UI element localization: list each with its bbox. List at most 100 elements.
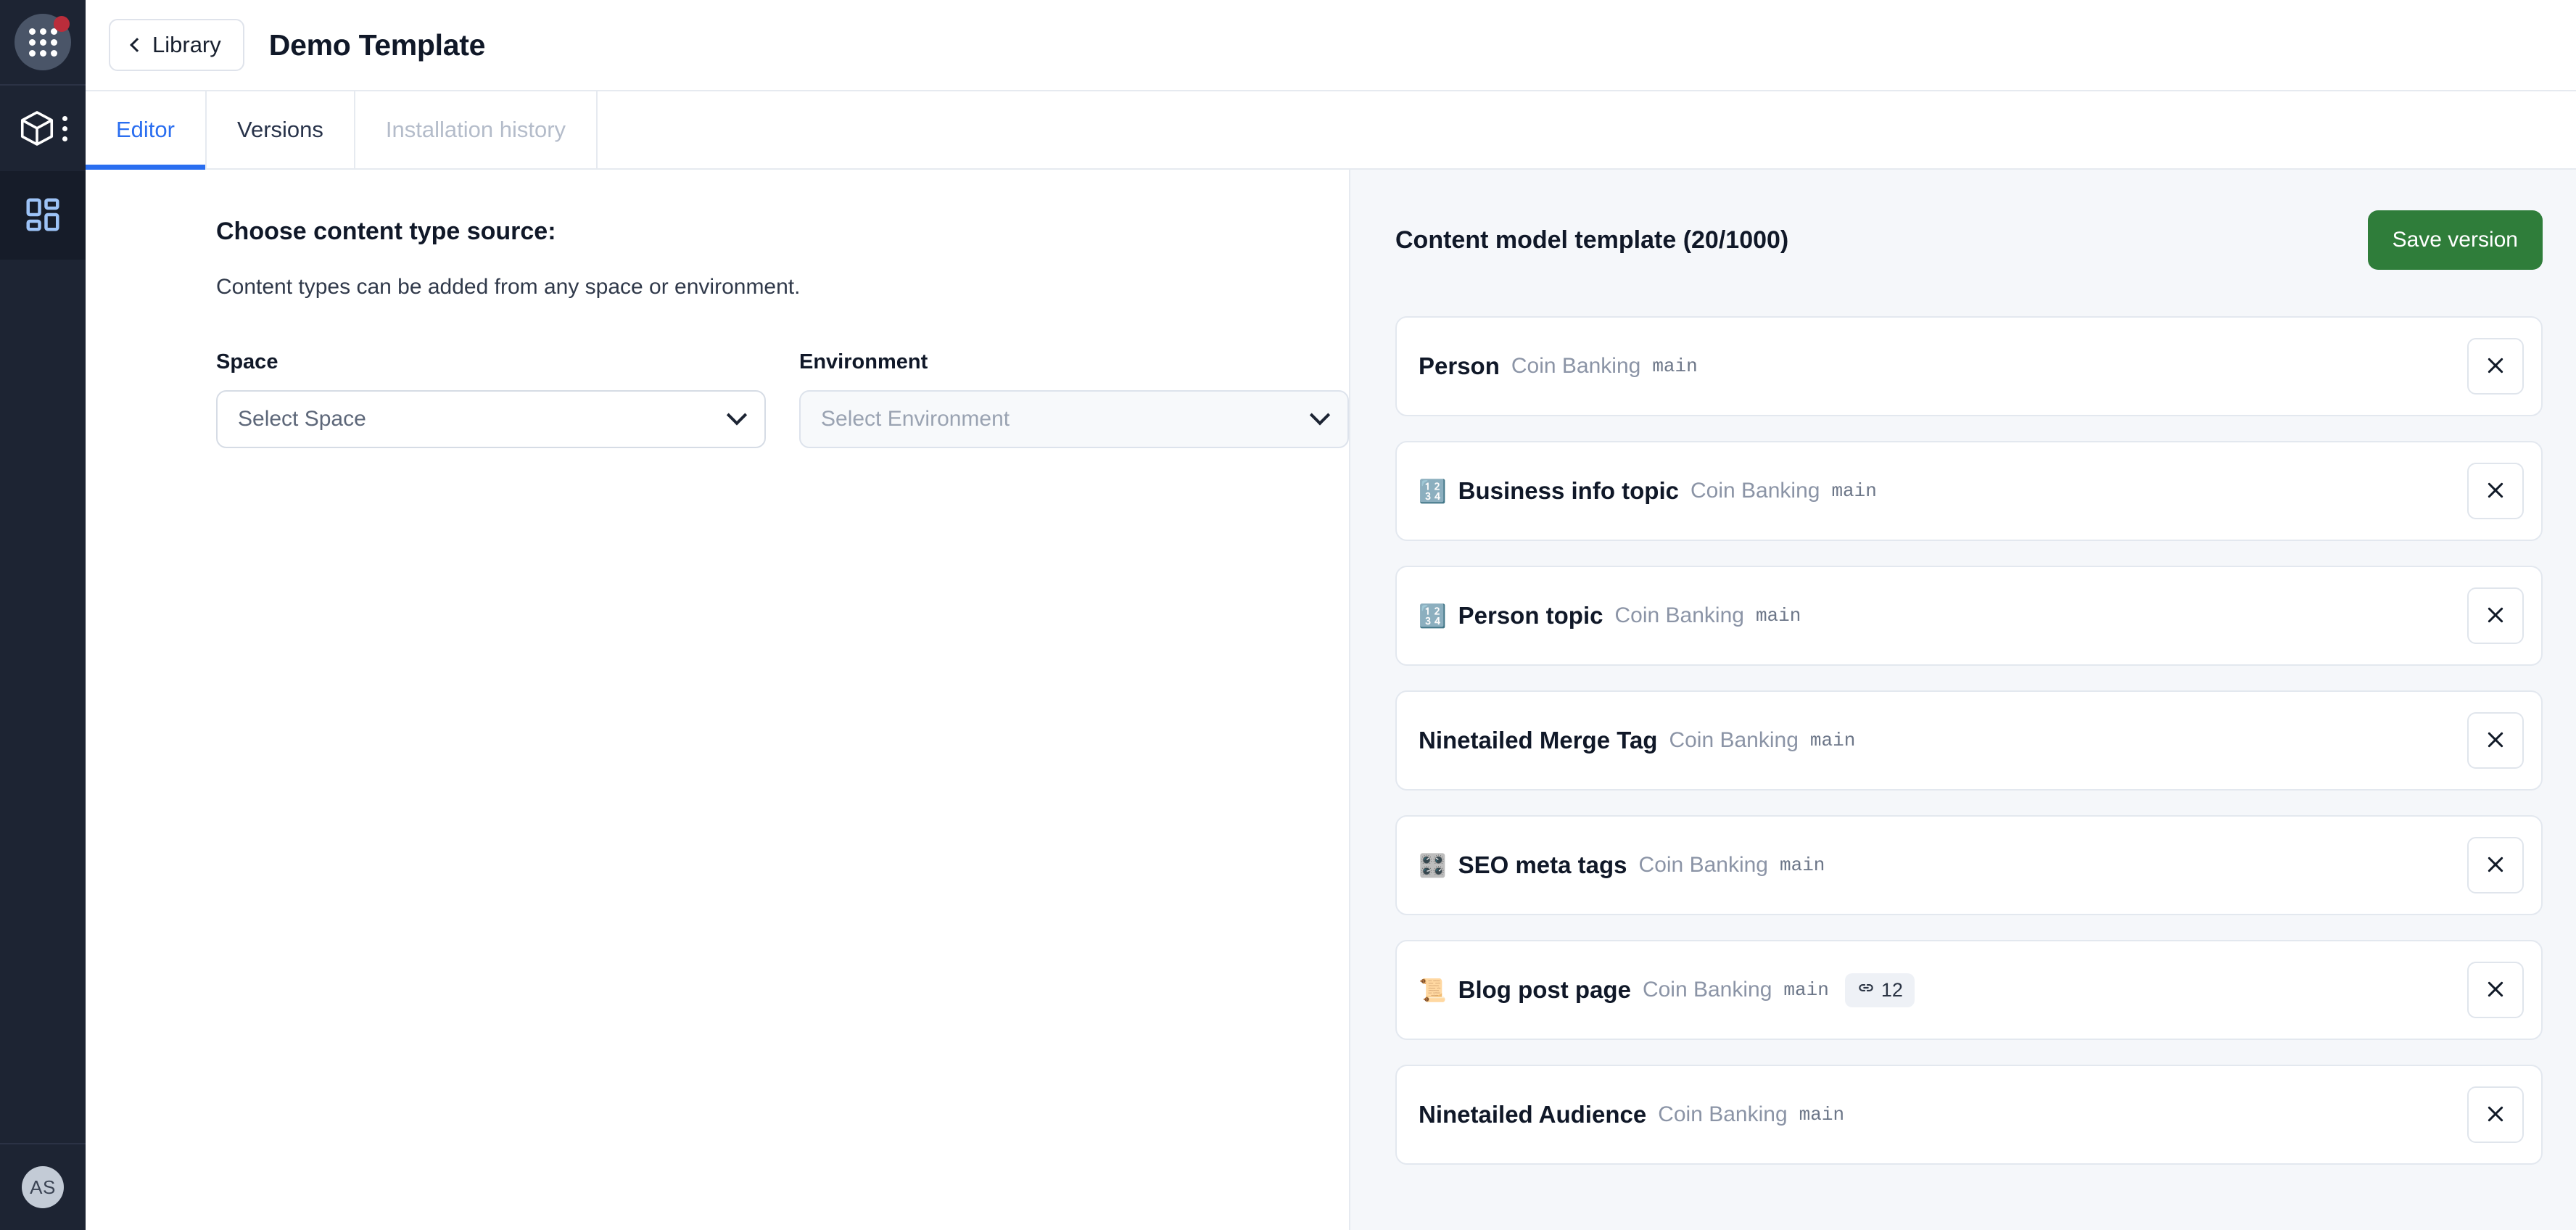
content-type-info: Ninetailed Merge Tag Coin Banking main [1419, 727, 1855, 754]
content-type-row: Ninetailed Merge Tag Coin Banking main [1395, 690, 2543, 791]
content-type-space: Coin Banking [1643, 978, 1772, 1002]
topbar: Library Demo Template [86, 0, 2576, 90]
content-type-emoji-icon: 🎛️ [1419, 854, 1447, 877]
content-type-name: Blog post page [1458, 976, 1631, 1004]
rail-space-section[interactable] [0, 86, 86, 173]
chevron-left-icon [130, 38, 144, 52]
space-label: Space [216, 350, 766, 374]
content-type-space: Coin Banking [1639, 853, 1768, 878]
content-type-environment: main [1780, 854, 1825, 876]
back-button-label: Library [152, 32, 221, 58]
tab-editor[interactable]: Editor [86, 91, 207, 168]
page-title: Demo Template [269, 28, 485, 62]
content-model-template-pane: Content model template (20/1000) Save ve… [1349, 170, 2576, 1230]
content-type-environment: main [1831, 480, 1876, 502]
tab-versions[interactable]: Versions [207, 91, 355, 168]
content-type-space: Coin Banking [1658, 1102, 1787, 1127]
content-type-environment: main [1783, 979, 1828, 1001]
template-header: Content model template (20/1000) Save ve… [1395, 210, 2543, 270]
content-type-row: 🔢 Person topic Coin Banking main [1395, 566, 2543, 666]
rail-apps-section[interactable] [0, 0, 86, 86]
content-type-list: Person Coin Banking main 🔢 Business info top… [1395, 316, 2543, 1165]
tab-installation-history: Installation history [355, 91, 598, 168]
app-root: AS Library Demo Template Editor Versions… [0, 0, 2576, 1230]
content-type-environment: main [1652, 355, 1697, 377]
content-type-environment: main [1810, 730, 1855, 751]
content-type-row: 🎛️ SEO meta tags Coin Banking main [1395, 815, 2543, 915]
content-type-info: 🔢 Business info topic Coin Banking main [1419, 477, 1877, 505]
content-type-space: Coin Banking [1669, 728, 1798, 753]
content-type-space: Coin Banking [1511, 354, 1640, 379]
content-type-name: Business info topic [1458, 477, 1679, 505]
source-description: Content types can be added from any spac… [216, 275, 1349, 300]
content-type-space: Coin Banking [1690, 479, 1820, 503]
space-field: Space Select Space [216, 350, 766, 448]
content-type-info: Person Coin Banking main [1419, 352, 1698, 380]
content-type-info: 🔢 Person topic Coin Banking main [1419, 602, 1801, 630]
environment-select[interactable]: Select Environment [799, 390, 1349, 448]
content-type-info: 📜 Blog post page Coin Banking main 12 [1419, 973, 1915, 1007]
rail-user-section[interactable]: AS [0, 1143, 86, 1230]
avatar[interactable]: AS [22, 1166, 64, 1208]
space-select[interactable]: Select Space [216, 390, 766, 448]
content-type-emoji-icon: 🔢 [1419, 480, 1447, 503]
chevron-down-icon [1310, 405, 1330, 425]
chevron-down-icon [727, 405, 747, 425]
content-type-row: 📜 Blog post page Coin Banking main 12 [1395, 940, 2543, 1040]
linked-entries-badge: 12 [1845, 973, 1915, 1007]
tab-bar: Editor Versions Installation history [86, 90, 2576, 170]
content-type-emoji-icon: 🔢 [1419, 605, 1447, 627]
content-type-environment: main [1756, 605, 1801, 627]
close-icon [2484, 728, 2507, 754]
environment-label: Environment [799, 350, 1349, 374]
content-type-row: Ninetailed Audience Coin Banking main [1395, 1065, 2543, 1165]
space-select-value: Select Space [238, 407, 730, 432]
content-type-source-pane: Choose content type source: Content type… [86, 170, 1349, 1230]
remove-content-type-button[interactable] [2467, 712, 2524, 769]
content-body: Choose content type source: Content type… [86, 170, 2576, 1230]
content-type-space: Coin Banking [1614, 603, 1743, 628]
left-rail: AS [0, 0, 86, 1230]
main-area: Library Demo Template Editor Versions In… [86, 0, 2576, 1230]
close-icon [2484, 1102, 2507, 1128]
close-icon [2484, 978, 2507, 1003]
close-icon [2484, 479, 2507, 504]
content-type-info: 🎛️ SEO meta tags Coin Banking main [1419, 851, 1825, 879]
environment-field: Environment Select Environment [799, 350, 1349, 448]
active-indicator [81, 173, 86, 260]
content-type-row: 🔢 Business info topic Coin Banking main [1395, 441, 2543, 541]
close-icon [2484, 354, 2507, 379]
layout-grid-icon [23, 195, 62, 238]
remove-content-type-button[interactable] [2467, 837, 2524, 893]
remove-content-type-button[interactable] [2467, 338, 2524, 395]
sidebar-item-apps[interactable] [0, 173, 86, 260]
back-to-library-button[interactable]: Library [109, 19, 244, 71]
cube-icon [17, 109, 57, 148]
content-type-name: Ninetailed Audience [1419, 1101, 1646, 1128]
remove-content-type-button[interactable] [2467, 1086, 2524, 1143]
template-title: Content model template (20/1000) [1395, 226, 1788, 255]
content-type-name: SEO meta tags [1458, 851, 1627, 879]
kebab-menu-icon[interactable] [61, 113, 69, 144]
link-icon [1857, 978, 1875, 1002]
close-icon [2484, 853, 2507, 878]
remove-content-type-button[interactable] [2467, 587, 2524, 644]
source-heading: Choose content type source: [216, 218, 1349, 246]
linked-entries-count: 12 [1881, 979, 1903, 1002]
save-version-button[interactable]: Save version [2368, 210, 2543, 270]
notification-badge [54, 16, 70, 32]
tab-installation-history-label: Installation history [386, 117, 566, 143]
close-icon [2484, 603, 2507, 629]
content-type-emoji-icon: 📜 [1419, 979, 1447, 1002]
tab-versions-label: Versions [237, 117, 323, 143]
content-type-environment: main [1799, 1104, 1844, 1126]
content-type-name: Person [1419, 352, 1500, 380]
content-type-row: Person Coin Banking main [1395, 316, 2543, 416]
content-type-info: Ninetailed Audience Coin Banking main [1419, 1101, 1844, 1128]
content-type-name: Ninetailed Merge Tag [1419, 727, 1657, 754]
remove-content-type-button[interactable] [2467, 463, 2524, 519]
tab-editor-label: Editor [116, 117, 175, 143]
remove-content-type-button[interactable] [2467, 962, 2524, 1018]
content-type-name: Person topic [1458, 602, 1603, 630]
source-fields: Space Select Space Environment Select En… [216, 350, 1349, 448]
